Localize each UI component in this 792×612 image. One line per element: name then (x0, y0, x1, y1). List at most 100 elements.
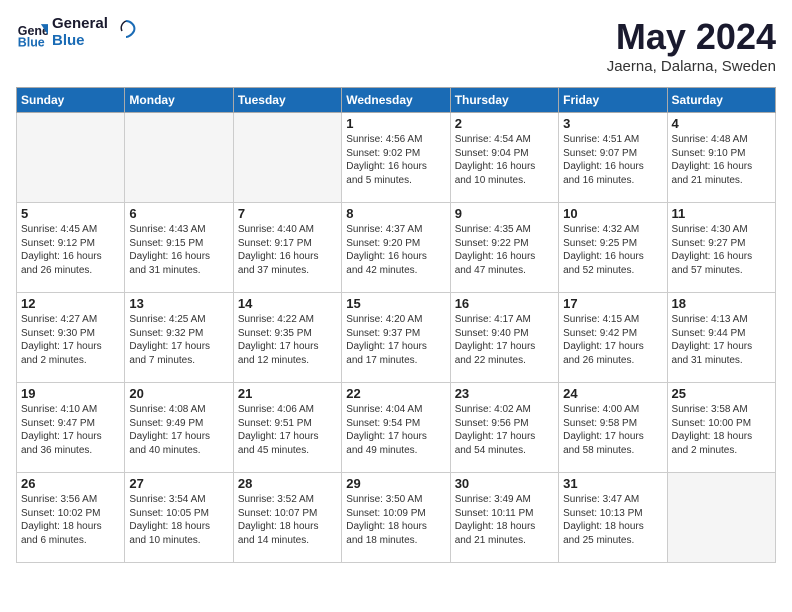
cell-info: and 25 minutes. (563, 534, 662, 548)
cell-info: and 14 minutes. (238, 534, 337, 548)
day-number: 9 (455, 206, 554, 221)
title-block: May 2024 Jaerna, Dalarna, Sweden (607, 16, 776, 75)
day-number: 8 (346, 206, 445, 221)
day-number: 31 (563, 476, 662, 491)
cell-info: and 45 minutes. (238, 444, 337, 458)
day-number: 26 (21, 476, 120, 491)
calendar-cell: 15Sunrise: 4:20 AMSunset: 9:37 PMDayligh… (342, 293, 450, 383)
day-number: 29 (346, 476, 445, 491)
cell-info: and 58 minutes. (563, 444, 662, 458)
cell-info: Daylight: 16 hours (672, 160, 771, 174)
logo-bird-icon (114, 17, 138, 41)
cell-info: Daylight: 16 hours (563, 250, 662, 264)
calendar-cell: 22Sunrise: 4:04 AMSunset: 9:54 PMDayligh… (342, 383, 450, 473)
cell-info: Daylight: 17 hours (563, 340, 662, 354)
cell-info: Sunrise: 3:56 AM (21, 493, 120, 507)
calendar-table: SundayMondayTuesdayWednesdayThursdayFrid… (16, 87, 776, 563)
cell-info: and 18 minutes. (346, 534, 445, 548)
cell-info: Sunrise: 4:20 AM (346, 313, 445, 327)
cell-info: Daylight: 16 hours (563, 160, 662, 174)
day-number: 12 (21, 296, 120, 311)
cell-info: Sunset: 9:49 PM (129, 417, 228, 431)
cell-info: Daylight: 17 hours (672, 340, 771, 354)
calendar-cell: 31Sunrise: 3:47 AMSunset: 10:13 PMDaylig… (559, 473, 667, 563)
cell-info: Sunset: 9:37 PM (346, 327, 445, 341)
day-number: 11 (672, 206, 771, 221)
cell-info: Sunset: 9:12 PM (21, 237, 120, 251)
week-row-2: 5Sunrise: 4:45 AMSunset: 9:12 PMDaylight… (17, 203, 776, 293)
cell-info: Sunset: 9:17 PM (238, 237, 337, 251)
calendar-cell: 24Sunrise: 4:00 AMSunset: 9:58 PMDayligh… (559, 383, 667, 473)
cell-info: Sunset: 9:27 PM (672, 237, 771, 251)
calendar-cell: 9Sunrise: 4:35 AMSunset: 9:22 PMDaylight… (450, 203, 558, 293)
cell-info: and 10 minutes. (129, 534, 228, 548)
svg-text:Blue: Blue (18, 35, 45, 49)
cell-info: Sunset: 9:56 PM (455, 417, 554, 431)
cell-info: and 37 minutes. (238, 264, 337, 278)
weekday-header-saturday: Saturday (667, 88, 775, 113)
calendar-cell: 5Sunrise: 4:45 AMSunset: 9:12 PMDaylight… (17, 203, 125, 293)
cell-info: Daylight: 16 hours (346, 250, 445, 264)
cell-info: Daylight: 16 hours (129, 250, 228, 264)
day-number: 16 (455, 296, 554, 311)
calendar-cell: 14Sunrise: 4:22 AMSunset: 9:35 PMDayligh… (233, 293, 341, 383)
week-row-1: 1Sunrise: 4:56 AMSunset: 9:02 PMDaylight… (17, 113, 776, 203)
cell-info: Daylight: 16 hours (21, 250, 120, 264)
cell-info: Daylight: 17 hours (346, 340, 445, 354)
week-row-4: 19Sunrise: 4:10 AMSunset: 9:47 PMDayligh… (17, 383, 776, 473)
cell-info: Daylight: 16 hours (346, 160, 445, 174)
cell-info: Sunset: 9:35 PM (238, 327, 337, 341)
day-number: 25 (672, 386, 771, 401)
cell-info: Sunset: 10:13 PM (563, 507, 662, 521)
cell-info: Sunset: 9:02 PM (346, 147, 445, 161)
cell-info: Sunset: 10:00 PM (672, 417, 771, 431)
cell-info: Sunrise: 4:06 AM (238, 403, 337, 417)
weekday-header-thursday: Thursday (450, 88, 558, 113)
calendar-cell (667, 473, 775, 563)
calendar-cell: 21Sunrise: 4:06 AMSunset: 9:51 PMDayligh… (233, 383, 341, 473)
cell-info: Daylight: 16 hours (238, 250, 337, 264)
cell-info: Sunrise: 4:48 AM (672, 133, 771, 147)
weekday-header-row: SundayMondayTuesdayWednesdayThursdayFrid… (17, 88, 776, 113)
logo-blue: Blue (52, 33, 108, 50)
cell-info: Daylight: 17 hours (346, 430, 445, 444)
cell-info: Daylight: 17 hours (563, 430, 662, 444)
cell-info: and 49 minutes. (346, 444, 445, 458)
cell-info: Sunrise: 3:52 AM (238, 493, 337, 507)
cell-info: Sunrise: 4:40 AM (238, 223, 337, 237)
cell-info: Sunset: 9:04 PM (455, 147, 554, 161)
calendar-cell (125, 113, 233, 203)
weekday-header-tuesday: Tuesday (233, 88, 341, 113)
cell-info: Sunset: 9:15 PM (129, 237, 228, 251)
logo: General Blue General Blue (16, 16, 138, 49)
month-title: May 2024 (607, 16, 776, 58)
weekday-header-friday: Friday (559, 88, 667, 113)
cell-info: Sunrise: 4:32 AM (563, 223, 662, 237)
calendar-cell: 19Sunrise: 4:10 AMSunset: 9:47 PMDayligh… (17, 383, 125, 473)
calendar-cell: 16Sunrise: 4:17 AMSunset: 9:40 PMDayligh… (450, 293, 558, 383)
day-number: 1 (346, 116, 445, 131)
cell-info: Daylight: 18 hours (129, 520, 228, 534)
cell-info: and 42 minutes. (346, 264, 445, 278)
day-number: 10 (563, 206, 662, 221)
day-number: 14 (238, 296, 337, 311)
cell-info: and 26 minutes. (563, 354, 662, 368)
cell-info: Daylight: 17 hours (238, 340, 337, 354)
cell-info: Sunrise: 3:47 AM (563, 493, 662, 507)
cell-info: Sunrise: 4:10 AM (21, 403, 120, 417)
cell-info: and 16 minutes. (563, 174, 662, 188)
cell-info: Sunset: 9:42 PM (563, 327, 662, 341)
cell-info: Sunrise: 4:25 AM (129, 313, 228, 327)
day-number: 27 (129, 476, 228, 491)
logo-general: General (52, 16, 108, 33)
day-number: 13 (129, 296, 228, 311)
cell-info: Sunset: 10:11 PM (455, 507, 554, 521)
calendar-cell: 17Sunrise: 4:15 AMSunset: 9:42 PMDayligh… (559, 293, 667, 383)
cell-info: Daylight: 17 hours (129, 430, 228, 444)
day-number: 7 (238, 206, 337, 221)
week-row-5: 26Sunrise: 3:56 AMSunset: 10:02 PMDaylig… (17, 473, 776, 563)
weekday-header-sunday: Sunday (17, 88, 125, 113)
cell-info: Daylight: 17 hours (129, 340, 228, 354)
cell-info: Daylight: 18 hours (672, 430, 771, 444)
day-number: 23 (455, 386, 554, 401)
